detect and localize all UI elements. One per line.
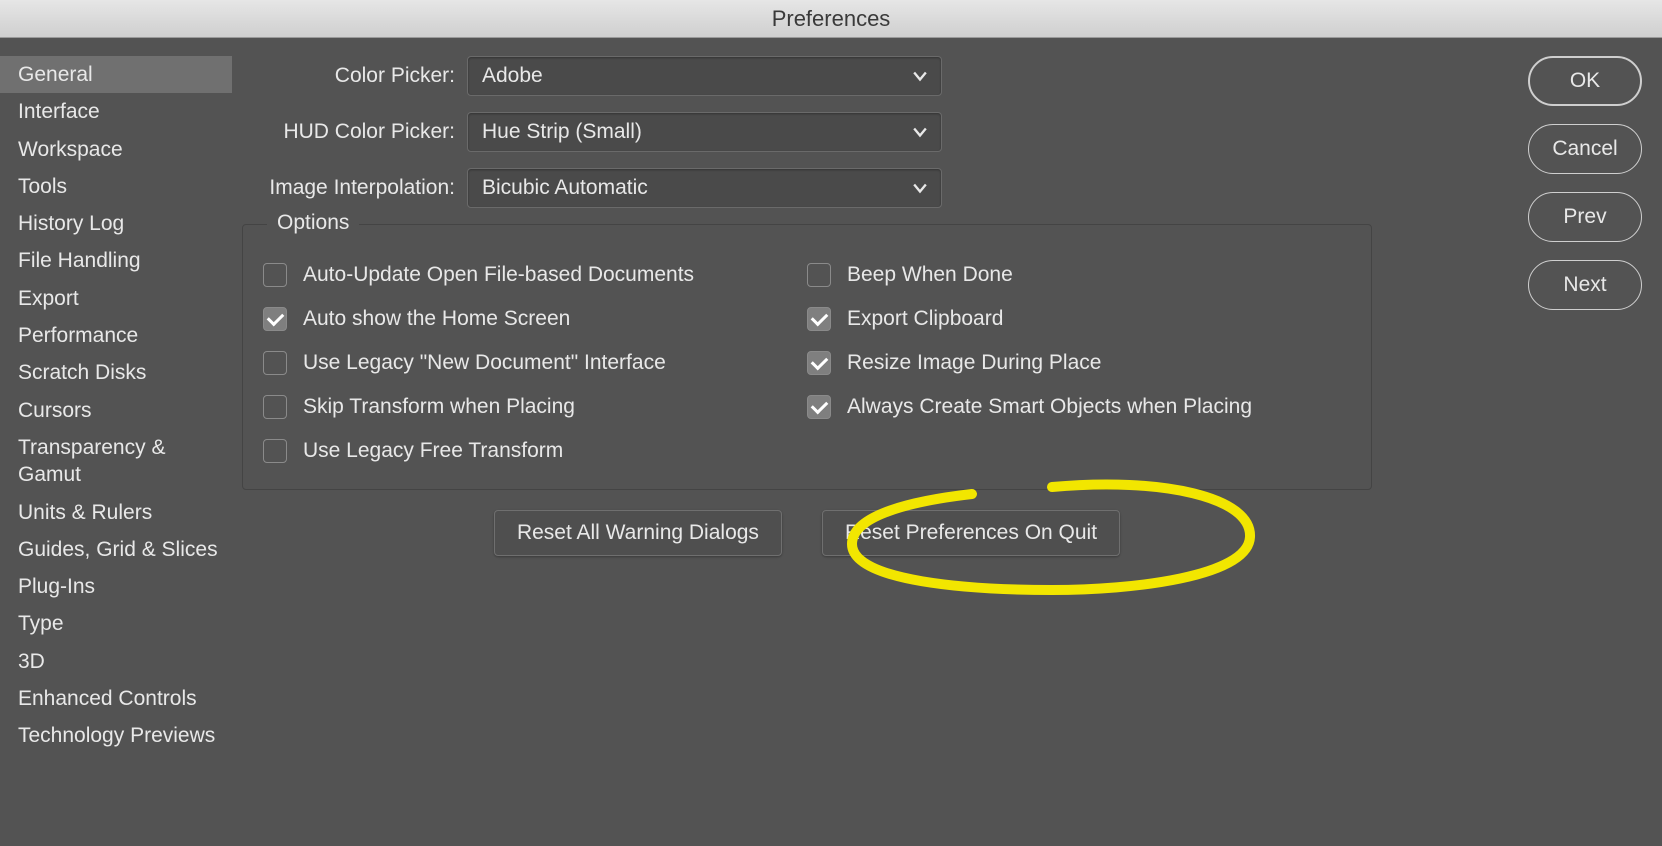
image-interpolation-value: Bicubic Automatic — [482, 176, 648, 200]
chevron-down-icon — [913, 69, 927, 83]
checkbox-icon — [263, 307, 287, 331]
reset-warning-dialogs-button[interactable]: Reset All Warning Dialogs — [494, 510, 782, 556]
option-skip-transform-when-placing[interactable]: Skip Transform when Placing — [263, 385, 807, 429]
preferences-panel: Color Picker: Adobe HUD Color Picker: Hu… — [232, 38, 1502, 846]
dialog-actions: OK Cancel Prev Next — [1502, 38, 1662, 846]
ok-button[interactable]: OK — [1528, 56, 1642, 106]
option-label: Export Clipboard — [847, 307, 1003, 331]
window-title: Preferences — [772, 6, 891, 32]
options-group: Options Auto-Update Open File-based Docu… — [242, 224, 1372, 490]
options-legend: Options — [267, 211, 359, 235]
sidebar-item-scratch-disks[interactable]: Scratch Disks — [0, 354, 232, 391]
sidebar-item-tools[interactable]: Tools — [0, 168, 232, 205]
color-picker-label: Color Picker: — [242, 64, 467, 88]
sidebar-item-plug-ins[interactable]: Plug-Ins — [0, 568, 232, 605]
sidebar-item-interface[interactable]: Interface — [0, 93, 232, 130]
sidebar-item-technology-previews[interactable]: Technology Previews — [0, 717, 232, 754]
checkbox-icon — [807, 307, 831, 331]
checkbox-icon — [263, 351, 287, 375]
option-export-clipboard[interactable]: Export Clipboard — [807, 297, 1351, 341]
category-sidebar: GeneralInterfaceWorkspaceToolsHistory Lo… — [0, 38, 232, 846]
option-label: Always Create Smart Objects when Placing — [847, 395, 1252, 419]
hud-color-picker-select[interactable]: Hue Strip (Small) — [467, 112, 942, 152]
sidebar-item-export[interactable]: Export — [0, 280, 232, 317]
option-auto-show-the-home-screen[interactable]: Auto show the Home Screen — [263, 297, 807, 341]
hud-color-picker-value: Hue Strip (Small) — [482, 120, 642, 144]
cancel-button[interactable]: Cancel — [1528, 124, 1642, 174]
next-button[interactable]: Next — [1528, 260, 1642, 310]
sidebar-item-type[interactable]: Type — [0, 605, 232, 642]
sidebar-item-file-handling[interactable]: File Handling — [0, 242, 232, 279]
reset-preferences-on-quit-button[interactable]: Reset Preferences On Quit — [822, 510, 1120, 556]
sidebar-item-cursors[interactable]: Cursors — [0, 392, 232, 429]
checkbox-icon — [807, 351, 831, 375]
option-use-legacy-new-document-interface[interactable]: Use Legacy "New Document" Interface — [263, 341, 807, 385]
image-interpolation-label: Image Interpolation: — [242, 176, 467, 200]
sidebar-item-transparency-gamut[interactable]: Transparency & Gamut — [0, 429, 232, 494]
checkbox-icon — [263, 439, 287, 463]
checkbox-icon — [807, 263, 831, 287]
option-label: Use Legacy Free Transform — [303, 439, 563, 463]
option-always-create-smart-objects-when-placing[interactable]: Always Create Smart Objects when Placing — [807, 385, 1351, 429]
sidebar-item-general[interactable]: General — [0, 56, 232, 93]
sidebar-item-history-log[interactable]: History Log — [0, 205, 232, 242]
option-label: Auto-Update Open File-based Documents — [303, 263, 694, 287]
option-resize-image-during-place[interactable]: Resize Image During Place — [807, 341, 1351, 385]
color-picker-value: Adobe — [482, 64, 543, 88]
sidebar-item-workspace[interactable]: Workspace — [0, 131, 232, 168]
option-auto-update-open-file-based-documents[interactable]: Auto-Update Open File-based Documents — [263, 253, 807, 297]
sidebar-item-3d[interactable]: 3D — [0, 643, 232, 680]
option-label: Use Legacy "New Document" Interface — [303, 351, 666, 375]
checkbox-icon — [807, 395, 831, 419]
chevron-down-icon — [913, 181, 927, 195]
option-beep-when-done[interactable]: Beep When Done — [807, 253, 1351, 297]
option-label: Beep When Done — [847, 263, 1013, 287]
hud-color-picker-label: HUD Color Picker: — [242, 120, 467, 144]
option-label: Auto show the Home Screen — [303, 307, 570, 331]
image-interpolation-select[interactable]: Bicubic Automatic — [467, 168, 942, 208]
checkbox-icon — [263, 263, 287, 287]
sidebar-item-performance[interactable]: Performance — [0, 317, 232, 354]
sidebar-item-guides-grid-slices[interactable]: Guides, Grid & Slices — [0, 531, 232, 568]
window-titlebar: Preferences — [0, 0, 1662, 38]
option-label: Skip Transform when Placing — [303, 395, 575, 419]
option-label: Resize Image During Place — [847, 351, 1101, 375]
color-picker-select[interactable]: Adobe — [467, 56, 942, 96]
chevron-down-icon — [913, 125, 927, 139]
option-use-legacy-free-transform[interactable]: Use Legacy Free Transform — [263, 429, 807, 473]
sidebar-item-units-rulers[interactable]: Units & Rulers — [0, 494, 232, 531]
sidebar-item-enhanced-controls[interactable]: Enhanced Controls — [0, 680, 232, 717]
checkbox-icon — [263, 395, 287, 419]
prev-button[interactable]: Prev — [1528, 192, 1642, 242]
